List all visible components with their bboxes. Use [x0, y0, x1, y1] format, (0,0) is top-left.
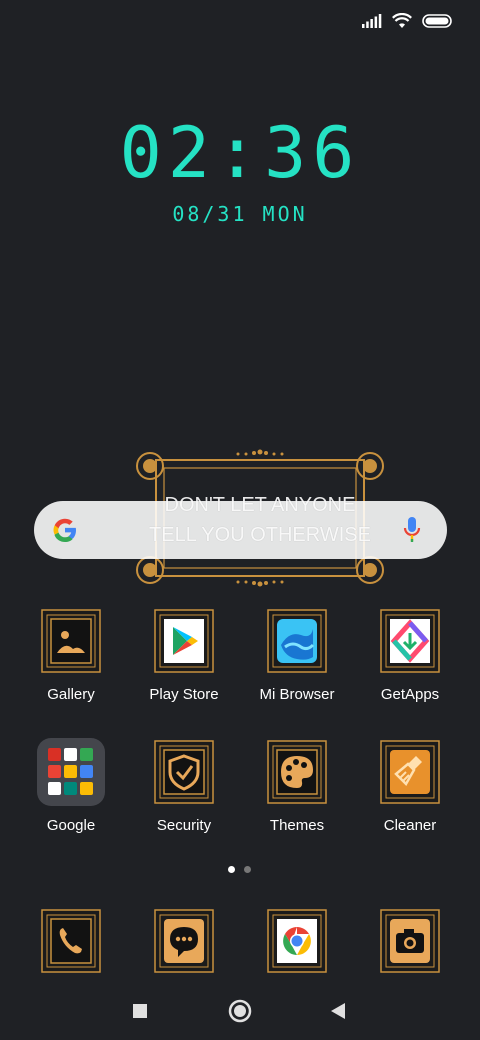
clock-time[interactable]: 02:36: [0, 112, 480, 194]
app-label: Cleaner: [383, 817, 437, 834]
page-dot[interactable]: [244, 866, 251, 873]
app-security[interactable]: Security: [134, 740, 234, 834]
browser-icon: [267, 609, 327, 673]
quote-line-1: DON'T LET ANYONE: [164, 494, 356, 516]
app-gallery[interactable]: Gallery: [21, 609, 121, 703]
dock-chrome[interactable]: [247, 909, 347, 978]
home-icon[interactable]: [228, 999, 252, 1023]
microphone-icon[interactable]: [402, 515, 422, 545]
page-indicator[interactable]: [228, 866, 251, 873]
app-getapps[interactable]: GetApps: [360, 609, 460, 703]
app-label: Security: [156, 817, 212, 834]
clock-date[interactable]: 08/31 MON: [0, 202, 480, 226]
page-dot-active[interactable]: [228, 866, 235, 873]
dock-messages[interactable]: [134, 909, 234, 978]
app-label: Themes: [269, 817, 325, 834]
wifi-icon: [392, 13, 412, 28]
palette-icon: [267, 740, 327, 804]
app-themes[interactable]: Themes: [247, 740, 347, 834]
messages-icon: [154, 909, 214, 973]
dock-phone[interactable]: [21, 909, 121, 978]
app-label: Google: [46, 817, 96, 834]
app-play-store[interactable]: Play Store: [134, 609, 234, 703]
google-folder-icon: [37, 738, 105, 806]
gallery-icon: [41, 609, 101, 673]
quote-widget[interactable]: DON'T LET ANYONE TELL YOU OTHERWISE: [140, 490, 380, 550]
broom-icon: [380, 740, 440, 804]
play-store-icon: [154, 609, 214, 673]
back-icon[interactable]: [331, 1003, 345, 1019]
camera-icon: [380, 909, 440, 973]
app-label: Play Store: [149, 686, 219, 703]
signal-bars-icon: [362, 14, 382, 28]
google-g-icon[interactable]: [51, 516, 79, 544]
chrome-icon: [267, 909, 327, 973]
app-label: GetApps: [380, 686, 440, 703]
app-label: Gallery: [47, 686, 95, 703]
phone-icon: [41, 909, 101, 973]
app-mi-browser[interactable]: Mi Browser: [247, 609, 347, 703]
security-icon: [154, 740, 214, 804]
navigation-bar: [133, 999, 345, 1023]
quote-line-2: TELL YOU OTHERWISE: [149, 524, 371, 546]
dock-camera[interactable]: [360, 909, 460, 978]
app-label: Mi Browser: [259, 686, 335, 703]
status-bar: [362, 10, 452, 32]
battery-icon: [422, 14, 452, 28]
recents-icon[interactable]: [133, 1004, 147, 1018]
app-google-folder[interactable]: Google: [21, 738, 121, 834]
getapps-icon: [380, 609, 440, 673]
app-cleaner[interactable]: Cleaner: [360, 740, 460, 834]
